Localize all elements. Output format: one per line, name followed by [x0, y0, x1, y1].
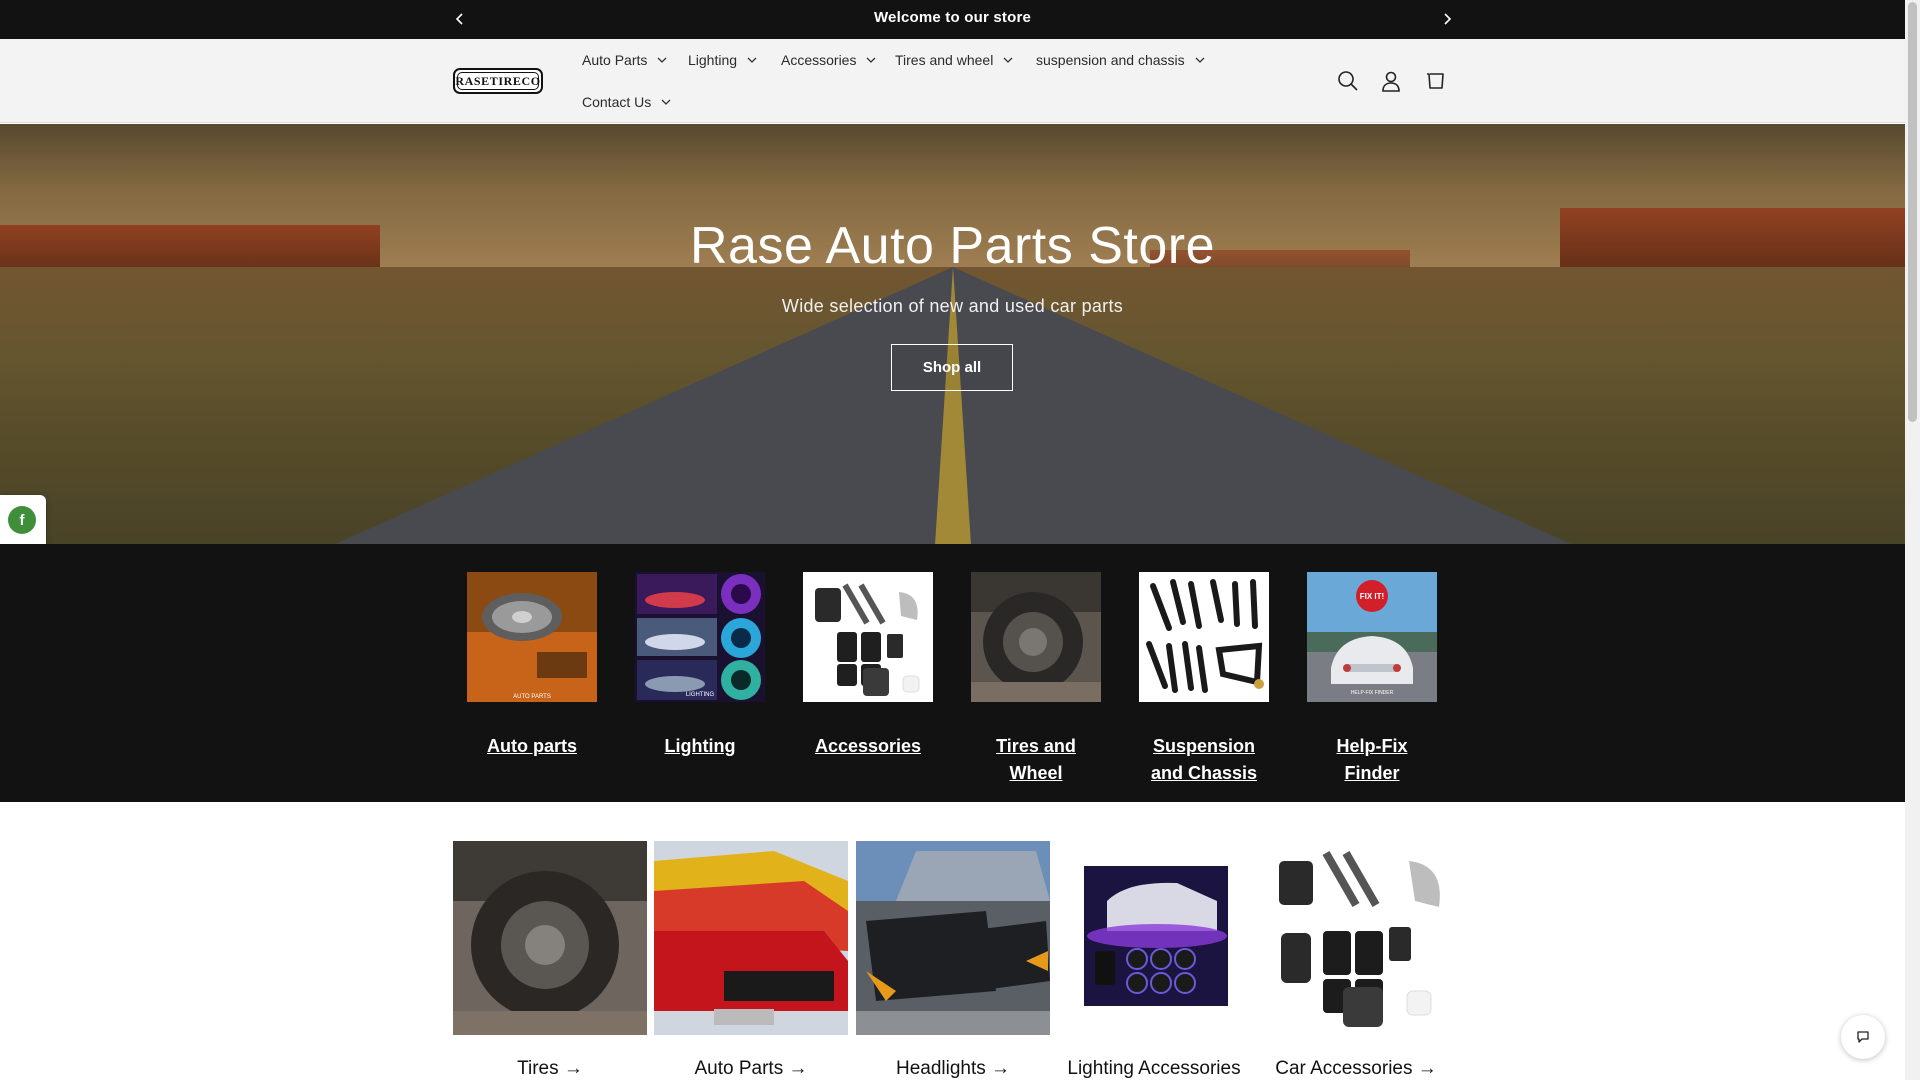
thumb-caption: LIGHTING [686, 692, 715, 698]
chat-button[interactable] [1841, 1015, 1885, 1059]
search-button[interactable] [1334, 67, 1362, 95]
nav-label: Contact Us [582, 94, 652, 110]
collection-label: Lighting Accessories → [1067, 1058, 1241, 1079]
facebook-icon[interactable]: f [8, 506, 36, 534]
nav-label: Tires and wheel [895, 52, 994, 68]
chevron-right-icon [1444, 12, 1452, 25]
category-suspension-and-chassis[interactable]: Suspension and Chassis [1139, 572, 1269, 787]
chat-icon [1857, 1031, 1869, 1043]
collection-auto-parts[interactable]: Auto Parts → [654, 841, 848, 1080]
collection-tires[interactable]: Tires → [453, 841, 647, 1080]
thumb-caption: HELP-FIX FINDER [1351, 690, 1394, 696]
category-tires-and-wheel[interactable]: Tires and Wheel [971, 572, 1101, 787]
announcement-text: Welcome to our store [873, 9, 1032, 26]
scrollbar-thumb[interactable] [1908, 2, 1917, 422]
hero-title: Rase Auto Parts Store [690, 217, 1215, 275]
logo-text: RASETIRECO [455, 73, 541, 88]
chevron-down-icon [657, 57, 667, 63]
help-fix-finder-image: FIX IT! HELP-FIX FINDER [1307, 572, 1437, 702]
page-scrollbar[interactable] [1905, 0, 1920, 1080]
category-label: Lighting [664, 736, 736, 756]
nav-tires-and-wheel[interactable]: Tires and wheel [895, 49, 1013, 71]
nav-lighting[interactable]: Lighting [688, 49, 757, 71]
category-strip: AUTO PARTS Auto parts LIGHTING Lighting [0, 544, 1905, 802]
lighting-image: LIGHTING [635, 572, 765, 702]
tires-collection-image [453, 841, 647, 1035]
nav-label: Auto Parts [582, 52, 648, 68]
category-label: Accessories [814, 736, 922, 756]
category-accessories[interactable]: Accessories [803, 572, 933, 760]
hero-overlay [0, 124, 1905, 544]
collection-car-accessories[interactable]: Car Accessories → [1259, 841, 1453, 1080]
category-label: Auto parts [487, 736, 577, 756]
collection-label: Tires → [517, 1058, 583, 1079]
auto-parts-collection-image [654, 841, 848, 1035]
auto-parts-image: AUTO PARTS [467, 572, 597, 702]
collection-label: Headlights → [895, 1058, 1011, 1079]
announcement-bar: Welcome to our store [0, 0, 1905, 39]
category-label: Tires and Wheel [996, 736, 1076, 783]
announcement-next-button[interactable] [1432, 0, 1462, 37]
fix-it-badge: FIX IT! [1360, 592, 1384, 601]
collection-label: Auto Parts → [694, 1058, 808, 1079]
nav-label: suspension and chassis [1036, 52, 1185, 68]
nav-suspension-and-chassis[interactable]: suspension and chassis [1036, 49, 1205, 71]
store-logo[interactable]: RASETIRECO [453, 68, 543, 94]
nav-contact-us[interactable]: Contact Us [582, 91, 671, 113]
nav-label: Lighting [688, 52, 738, 68]
category-lighting[interactable]: LIGHTING Lighting [635, 572, 765, 760]
accessories-image [803, 572, 933, 702]
chevron-down-icon [1195, 57, 1205, 63]
site-header: RASETIRECO Auto Parts Lighting Accessori… [0, 39, 1905, 123]
chevron-down-icon [867, 57, 876, 63]
lighting-accessories-collection-image [1057, 841, 1251, 1035]
headlights-collection-image [856, 841, 1050, 1035]
nav-accessories[interactable]: Accessories [781, 49, 876, 71]
user-icon [1382, 71, 1400, 92]
category-label: Help-Fix Finder [1336, 736, 1408, 783]
cart-button[interactable] [1421, 67, 1449, 95]
cart-icon [1427, 73, 1444, 89]
collection-headlights[interactable]: Headlights → [856, 841, 1050, 1080]
account-button[interactable] [1377, 67, 1405, 95]
tires-wheel-image [971, 572, 1101, 702]
suspension-image [1139, 572, 1269, 702]
nav-label: Accessories [781, 52, 857, 68]
hero-banner: Rase Auto Parts Store Wide selection of … [0, 124, 1905, 544]
collection-label: Car Accessories → [1275, 1058, 1437, 1079]
shop-all-button[interactable]: Shop all [891, 344, 1013, 391]
car-accessories-collection-image [1259, 841, 1453, 1035]
search-icon [1338, 71, 1358, 91]
collection-lighting-accessories[interactable]: Lighting Accessories → [1057, 841, 1251, 1080]
category-auto-parts[interactable]: AUTO PARTS Auto parts [467, 572, 597, 760]
chevron-down-icon [747, 57, 757, 63]
chevron-down-icon [1003, 57, 1013, 63]
thumb-caption: AUTO PARTS [513, 694, 551, 700]
category-help-fix-finder[interactable]: FIX IT! HELP-FIX FINDER Help-Fix Finder [1307, 572, 1437, 787]
hero-subtitle: Wide selection of new and used car parts [781, 296, 1124, 316]
nav-auto-parts[interactable]: Auto Parts [582, 49, 667, 71]
chevron-down-icon [661, 99, 671, 105]
category-label: Suspension and Chassis [1150, 736, 1258, 783]
